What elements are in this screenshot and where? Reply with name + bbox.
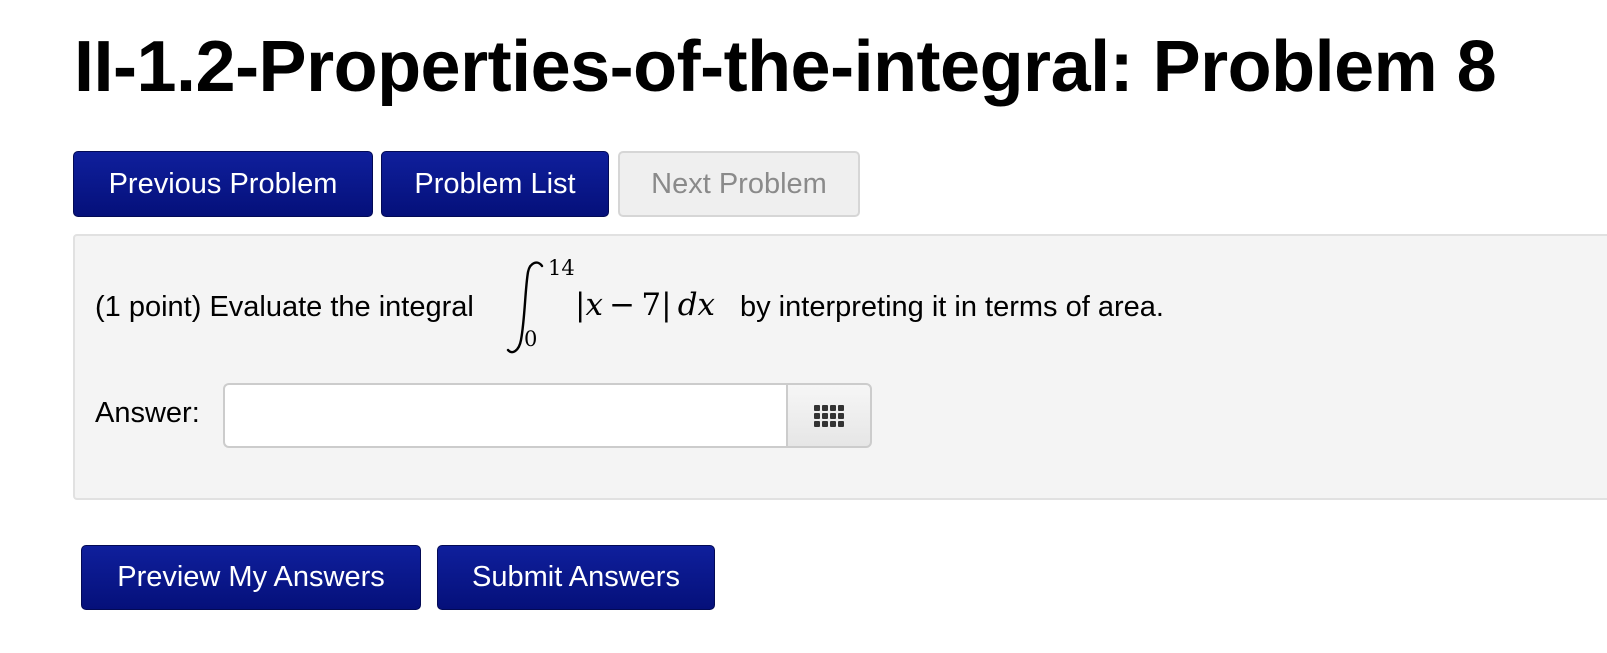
integral-upper-limit: 14 — [548, 256, 575, 280]
keypad-button[interactable] — [786, 383, 872, 448]
answer-input[interactable] — [223, 383, 788, 448]
integrand-variable: x — [585, 287, 603, 323]
problem-list-button[interactable]: Problem List — [381, 151, 609, 217]
problem-statement-prefix: (1 point) Evaluate the integral — [95, 291, 474, 323]
next-problem-button[interactable]: Next Problem — [618, 151, 860, 217]
problem-panel — [73, 234, 1607, 500]
submit-answers-button[interactable]: Submit Answers — [437, 545, 715, 610]
page-title: II-1.2-Properties-of-the-integral: Probl… — [74, 27, 1497, 107]
preview-answers-button[interactable]: Preview My Answers — [81, 545, 421, 610]
problem-statement-suffix: by interpreting it in terms of area. — [740, 291, 1164, 323]
answer-label: Answer: — [95, 397, 200, 429]
problem-page: II-1.2-Properties-of-the-integral: Probl… — [0, 0, 1607, 653]
keypad-grid-icon — [814, 404, 844, 427]
integral-lower-limit: 0 — [524, 327, 538, 351]
previous-problem-button[interactable]: Previous Problem — [73, 151, 373, 217]
integrand-constant: 7 — [641, 287, 662, 323]
integrand-expression: |x − 7| dx — [575, 287, 716, 323]
integral-differential: dx — [677, 287, 716, 323]
integrand-operator: − — [609, 287, 636, 323]
